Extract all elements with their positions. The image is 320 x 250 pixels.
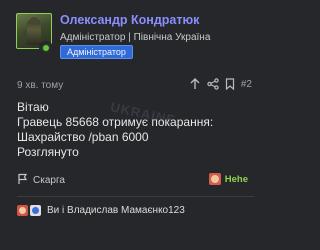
- author-name[interactable]: Олександр Кондратюк: [60, 13, 199, 27]
- like-reaction-icon: [30, 205, 41, 216]
- author-role: Адміністратор: [60, 32, 126, 43]
- message-line: Розглянуто: [17, 145, 79, 159]
- author-meta: Адміністратор | Північна Україна: [60, 32, 210, 43]
- flag-icon: [17, 173, 28, 188]
- divider: [17, 196, 254, 197]
- meta-separator: |: [128, 32, 131, 43]
- report-button[interactable]: Скарга: [17, 173, 65, 188]
- role-badge: Адміністратор: [60, 45, 133, 59]
- avatar[interactable]: [16, 13, 53, 55]
- bookmark-icon[interactable]: [225, 78, 235, 90]
- forum-post: Олександр Кондратюк Адміністратор | Півн…: [0, 0, 254, 250]
- arrow-up-icon[interactable]: [189, 78, 201, 90]
- reaction-label: Hehe: [224, 173, 248, 185]
- post-actions: #2: [189, 78, 252, 90]
- message-line: Шахрайство /pban 6000: [17, 130, 149, 144]
- reactions-list[interactable]: Ви і Владислав Мамаєнко123: [17, 205, 185, 216]
- post-time[interactable]: 9 хв. тому: [17, 80, 63, 91]
- reaction-button[interactable]: Hehe: [208, 173, 248, 185]
- hehe-reaction-icon: [17, 205, 28, 216]
- report-label: Скарга: [33, 175, 65, 186]
- online-status-icon: [39, 41, 53, 55]
- post-number[interactable]: #2: [241, 79, 252, 90]
- reactors-text: Ви і Владислав Мамаєнко123: [47, 205, 185, 216]
- share-icon[interactable]: [207, 78, 219, 90]
- author-location: Північна Україна: [133, 32, 211, 43]
- hehe-reaction-icon: [208, 173, 221, 185]
